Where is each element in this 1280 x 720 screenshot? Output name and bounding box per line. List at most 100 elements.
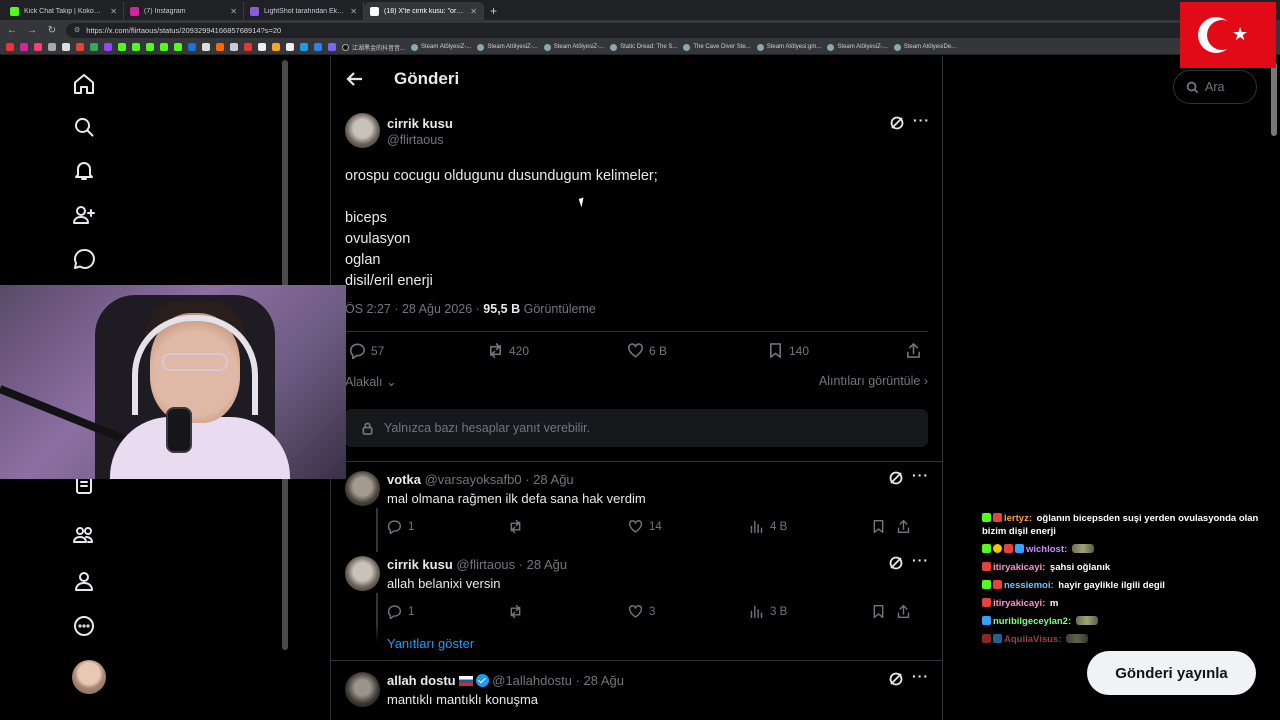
close-icon[interactable]: ✕ <box>230 7 237 16</box>
bookmark-app-icon[interactable] <box>328 43 336 51</box>
more-options-icon[interactable]: ··· <box>912 668 929 684</box>
browser-tab-instagram[interactable]: (7) Instagram ✕ <box>124 2 244 20</box>
avatar[interactable] <box>345 672 380 707</box>
repost-button[interactable] <box>508 519 523 534</box>
bookmark-app-icon[interactable] <box>300 43 308 51</box>
url-input[interactable]: ⚙ https://x.com/flirtaous/status/2093299… <box>66 22 1226 38</box>
close-icon[interactable]: ✕ <box>350 7 357 16</box>
bookmark-item[interactable]: Steam AtölyesiDe... <box>893 43 956 51</box>
bookmark-steam-icon[interactable] <box>188 43 196 51</box>
avatar[interactable] <box>345 471 380 506</box>
bookmark-item[interactable]: Steam AtölyesiZ-... <box>477 43 538 51</box>
grok-icon[interactable] <box>889 115 905 131</box>
bookmark-button[interactable]: 140 <box>767 342 809 359</box>
bookmark-item[interactable]: Steam Atölyesi:gm... <box>756 43 821 51</box>
author-handle[interactable]: @flirtaous <box>387 133 443 147</box>
views-button[interactable]: 4 B <box>749 519 787 534</box>
post-time[interactable]: ÖS 2:27 · 28 Ağu 2026 · <box>345 302 483 316</box>
browser-tab-lightshot[interactable]: LightShot tarafından Ekran Görüntü... ✕ <box>244 2 364 20</box>
repost-button[interactable]: 420 <box>487 342 529 359</box>
bookmark-gmail-icon[interactable] <box>76 43 84 51</box>
back-arrow-icon[interactable] <box>345 69 365 89</box>
bookmark-app-icon[interactable] <box>216 43 224 51</box>
show-replies-link[interactable]: Yanıtları göster <box>387 636 474 651</box>
back-arrow-icon[interactable]: ← <box>6 25 18 36</box>
more-options-icon[interactable]: ··· <box>912 552 929 568</box>
bookmark-kick-icon[interactable] <box>146 43 154 51</box>
page-scrollbar[interactable] <box>1271 62 1277 136</box>
bookmark-youtube-icon[interactable] <box>244 43 252 51</box>
repost-button[interactable] <box>508 604 523 619</box>
share-button[interactable] <box>896 604 911 619</box>
author-handle[interactable]: @varsayoksafb0 · 28 Ağu <box>425 472 574 487</box>
bookmark-item[interactable]: 江湖黑金的抖音音... <box>342 43 405 52</box>
bookmark-app-icon[interactable] <box>286 43 294 51</box>
view-quotes-link[interactable]: Alıntıları görüntüle › <box>819 374 928 388</box>
bookmark-drive-icon[interactable] <box>90 43 98 51</box>
author-name[interactable]: allah dostu <box>387 673 456 688</box>
notifications-bell-icon[interactable] <box>70 157 98 185</box>
new-tab-plus-icon[interactable]: + <box>490 2 497 20</box>
like-button[interactable]: 3 <box>628 604 655 619</box>
site-info-icon[interactable]: ⚙ <box>74 26 80 34</box>
bookmark-app-icon[interactable] <box>272 43 280 51</box>
reply-button[interactable]: 1 <box>387 519 414 534</box>
search-icon[interactable] <box>70 113 98 141</box>
bookmark-twitch-icon[interactable] <box>104 43 112 51</box>
grok-icon[interactable] <box>888 470 904 486</box>
close-icon[interactable]: ✕ <box>110 7 117 16</box>
account-avatar[interactable] <box>72 660 106 694</box>
bookmark-item[interactable]: Static Dread: The S... <box>610 43 677 51</box>
bookmark-button[interactable] <box>871 604 886 619</box>
avatar[interactable] <box>345 556 380 591</box>
bookmark-globe-icon[interactable] <box>48 43 56 51</box>
home-icon[interactable] <box>70 70 98 98</box>
sort-dropdown[interactable]: Alakalı ⌄ <box>345 374 396 389</box>
like-button[interactable]: 14 <box>628 519 662 534</box>
bookmark-kick-icon[interactable] <box>118 43 126 51</box>
follow-user-plus-icon[interactable] <box>70 201 98 229</box>
bookmark-kick-icon[interactable] <box>160 43 168 51</box>
bookmark-app-icon[interactable] <box>314 43 322 51</box>
bookmark-item[interactable]: Steam AtölyesiZ-... <box>543 43 604 51</box>
avatar[interactable] <box>345 113 380 148</box>
author-name[interactable]: cirrik kusu <box>387 557 453 572</box>
more-options-icon[interactable]: ··· <box>912 467 929 483</box>
bookmark-x-icon[interactable] <box>62 43 70 51</box>
grok-icon[interactable] <box>888 555 904 571</box>
forward-arrow-icon[interactable]: → <box>26 25 38 36</box>
chat-bubble-icon[interactable] <box>70 245 98 273</box>
bookmark-x-icon[interactable] <box>202 43 210 51</box>
bookmark-item[interactable]: Steam AtölyesiZ-... <box>827 43 888 51</box>
bookmark-item[interactable]: The Cave Diver Ste... <box>683 43 751 51</box>
like-button[interactable]: 6 B <box>627 342 667 359</box>
bookmark-youtube-icon[interactable] <box>6 43 14 51</box>
bookmark-kick-icon[interactable] <box>174 43 182 51</box>
author-name[interactable]: cirrik kusu <box>387 116 453 131</box>
profile-icon[interactable] <box>70 567 98 595</box>
reply-button[interactable]: 1 <box>387 604 414 619</box>
grok-icon[interactable] <box>888 671 904 687</box>
bookmark-app-icon[interactable] <box>230 43 238 51</box>
author-handle[interactable]: @1allahdostu · 28 Ağu <box>492 673 624 688</box>
bookmark-kick-icon[interactable] <box>132 43 140 51</box>
verified-badge-icon[interactable] <box>475 674 489 687</box>
bookmark-app-icon[interactable] <box>34 43 42 51</box>
share-button[interactable] <box>905 342 922 359</box>
browser-tab-x[interactable]: (18) X'te cirrik kusu: "orospu cocu... ✕ <box>364 2 484 20</box>
reply-button[interactable]: 57 <box>349 342 384 359</box>
reload-icon[interactable]: ↻ <box>46 25 58 36</box>
browser-tab-kick[interactable]: Kick Chat Takip | KokoWich ✕ <box>4 2 124 20</box>
bookmark-button[interactable] <box>871 519 886 534</box>
share-button[interactable] <box>896 519 911 534</box>
more-circle-icon[interactable] <box>70 612 98 640</box>
more-options-icon[interactable]: ··· <box>913 112 930 128</box>
author-name[interactable]: votka <box>387 472 421 487</box>
close-icon[interactable]: ✕ <box>470 7 477 16</box>
author-handle[interactable]: @flirtaous · 28 Ağu <box>456 557 567 572</box>
bookmark-instagram-icon[interactable] <box>20 43 28 51</box>
bookmark-app-icon[interactable] <box>258 43 266 51</box>
search-input[interactable]: Ara <box>1173 70 1257 104</box>
views-button[interactable]: 3 B <box>749 604 787 619</box>
bookmark-item[interactable]: Steam AtölyesiZ-... <box>411 43 471 51</box>
